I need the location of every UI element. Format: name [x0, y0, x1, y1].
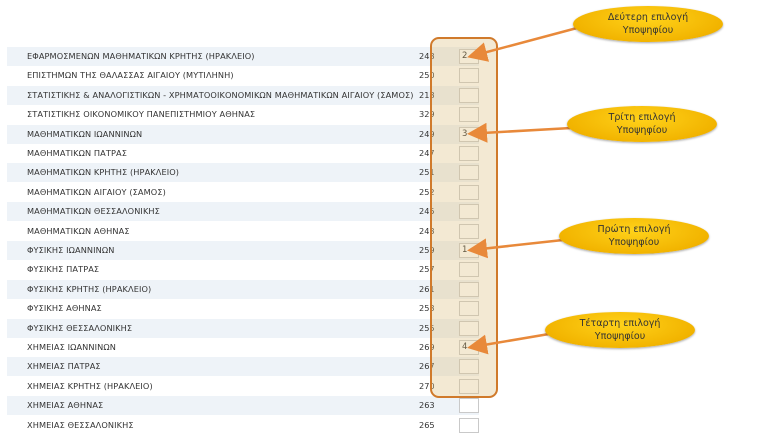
- callout-bubble: Πρώτη επιλογή Υποψηφίου: [559, 218, 709, 254]
- callout-line-2: Υποψηφίου: [622, 25, 674, 36]
- callout-line-2: Υποψηφίου: [594, 331, 646, 342]
- callout-line-2: Υποψηφίου: [608, 237, 660, 248]
- callout-bubble: Τέταρτη επιλογή Υποψηφίου: [545, 312, 695, 348]
- choice-list-screen: ΕΦΑΡΜΟΣΜΕΝΩΝ ΜΑΘΗΜΑΤΙΚΩΝ ΚΡΗΤΗΣ (ΗΡΑΚΛΕΙ…: [0, 0, 784, 442]
- callout-arrow: [467, 332, 550, 355]
- callout-arrow: [467, 122, 572, 143]
- callout-line-1: Τρίτη επιλογή: [608, 112, 676, 123]
- callout-arrow: [467, 26, 578, 62]
- callout-line-1: Τέταρτη επιλογή: [579, 318, 661, 329]
- callout-line-1: Δεύτερη επιλογή: [607, 12, 689, 23]
- callout-line-2: Υποψηφίου: [616, 125, 668, 136]
- callout-bubble: Δεύτερη επιλογή Υποψηφίου: [573, 6, 723, 42]
- callout-bubble: Τρίτη επιλογή Υποψηφίου: [567, 106, 717, 142]
- callout-arrow: [467, 238, 564, 259]
- callout-line-1: Πρώτη επιλογή: [597, 224, 671, 235]
